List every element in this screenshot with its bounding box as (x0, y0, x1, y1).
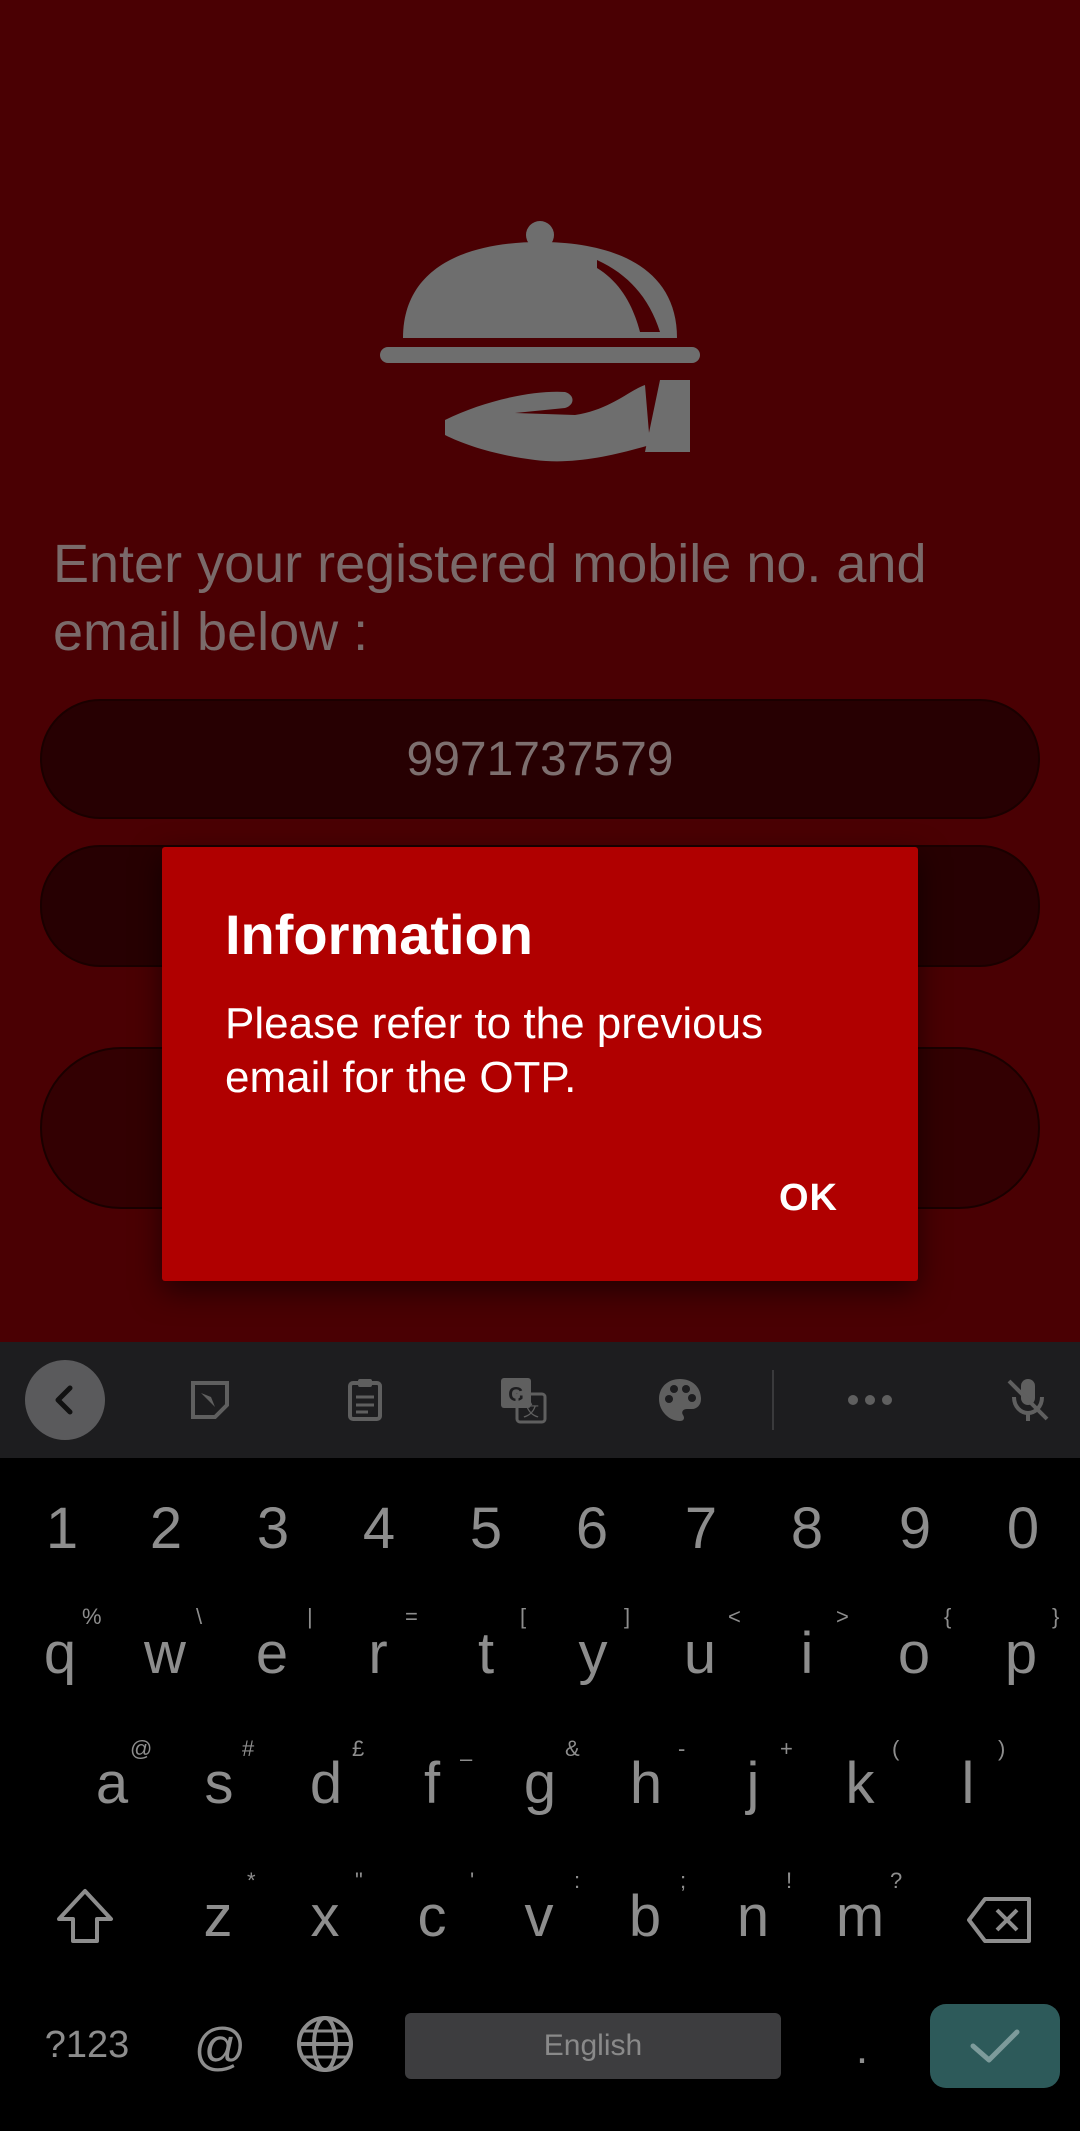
key-4[interactable]: 4 (344, 1495, 414, 1562)
key-d-alt: £ (352, 1736, 365, 1761)
enter-key[interactable] (930, 2004, 1060, 2088)
information-dialog: Information Please refer to the previous… (162, 847, 918, 1281)
more-icon[interactable] (830, 1360, 910, 1440)
key-v[interactable]: v (499, 1883, 579, 1950)
checkmark-icon (970, 2029, 1020, 2063)
clipboard-icon[interactable] (325, 1360, 405, 1440)
key-p[interactable]: p (981, 1620, 1061, 1687)
key-k-alt: ( (892, 1736, 900, 1761)
key-j-alt: + (780, 1736, 793, 1761)
translate-icon[interactable]: G文 (483, 1360, 563, 1440)
key-x[interactable]: x (285, 1883, 365, 1950)
key-n-alt: ! (786, 1868, 793, 1893)
key-t-alt: [ (520, 1604, 527, 1629)
key-y-alt: ] (624, 1604, 631, 1629)
key-m-alt: ? (890, 1868, 903, 1893)
key-g-alt: & (565, 1736, 580, 1761)
key-v-alt: : (574, 1868, 581, 1893)
key-r[interactable]: r (338, 1620, 418, 1687)
key-l-alt: ) (998, 1736, 1006, 1761)
key-5[interactable]: 5 (451, 1495, 521, 1562)
key-c-alt: ' (470, 1868, 475, 1893)
key-9[interactable]: 9 (880, 1495, 950, 1562)
key-q[interactable]: q (20, 1620, 100, 1687)
key-f-alt: – (460, 1746, 473, 1771)
ok-button[interactable]: OK (779, 1177, 838, 1220)
back-icon[interactable] (25, 1360, 105, 1440)
key-q-alt: % (82, 1604, 102, 1629)
key-h-alt: - (678, 1736, 686, 1761)
prompt-text: Enter your registered mobile no. and ema… (53, 534, 927, 662)
key-l[interactable]: l (928, 1750, 1008, 1817)
space-key[interactable]: English (405, 2013, 781, 2079)
key-i-alt: > (836, 1604, 849, 1629)
toolbar-divider (772, 1370, 774, 1430)
key-m[interactable]: m (820, 1883, 900, 1950)
key-o[interactable]: o (874, 1620, 954, 1687)
mobile-input[interactable]: 9971737579 (40, 699, 1040, 819)
food-service-logo-icon (380, 221, 700, 462)
globe-icon[interactable] (285, 2004, 365, 2084)
dialog-message: Please refer to the previous email for t… (225, 999, 764, 1102)
at-key[interactable]: @ (185, 2017, 255, 2077)
key-w-alt: \ (196, 1604, 203, 1629)
palette-icon[interactable] (640, 1360, 720, 1440)
shift-key[interactable] (45, 1877, 125, 1957)
key-k[interactable]: k (820, 1750, 900, 1817)
backspace-key[interactable] (955, 1880, 1045, 1960)
key-1[interactable]: 1 (27, 1495, 97, 1562)
key-z[interactable]: z (178, 1883, 258, 1950)
period-key[interactable]: . (842, 2024, 882, 2074)
key-6[interactable]: 6 (557, 1495, 627, 1562)
key-b[interactable]: b (605, 1883, 685, 1950)
key-x-alt: " (355, 1868, 363, 1893)
key-2[interactable]: 2 (131, 1495, 201, 1562)
mic-off-icon[interactable] (988, 1360, 1068, 1440)
key-y[interactable]: y (553, 1620, 633, 1687)
key-p-alt: } (1052, 1604, 1060, 1629)
key-u-alt: < (728, 1604, 741, 1629)
key-8[interactable]: 8 (772, 1495, 842, 1562)
key-3[interactable]: 3 (238, 1495, 308, 1562)
key-n[interactable]: n (713, 1883, 793, 1950)
key-0[interactable]: 0 (988, 1495, 1058, 1562)
key-e[interactable]: e (232, 1620, 312, 1687)
key-t[interactable]: t (446, 1620, 526, 1687)
dialog-title: Information (225, 903, 533, 966)
key-h[interactable]: h (606, 1750, 686, 1817)
key-c[interactable]: c (392, 1883, 472, 1950)
key-e-alt: | (307, 1604, 313, 1629)
sticker-icon[interactable] (170, 1360, 250, 1440)
key-w[interactable]: w (125, 1620, 205, 1687)
key-s-alt: # (242, 1736, 255, 1761)
key-o-alt: { (944, 1604, 952, 1629)
key-u[interactable]: u (660, 1620, 740, 1687)
key-b-alt: ; (680, 1868, 687, 1893)
key-z-alt: * (247, 1868, 256, 1893)
key-r-alt: = (405, 1604, 418, 1629)
svg-text:文: 文 (523, 1402, 539, 1420)
key-7[interactable]: 7 (666, 1495, 736, 1562)
symbols-key[interactable]: ?123 (32, 2024, 142, 2067)
key-i[interactable]: i (767, 1620, 847, 1687)
key-a-alt: @ (130, 1736, 153, 1761)
